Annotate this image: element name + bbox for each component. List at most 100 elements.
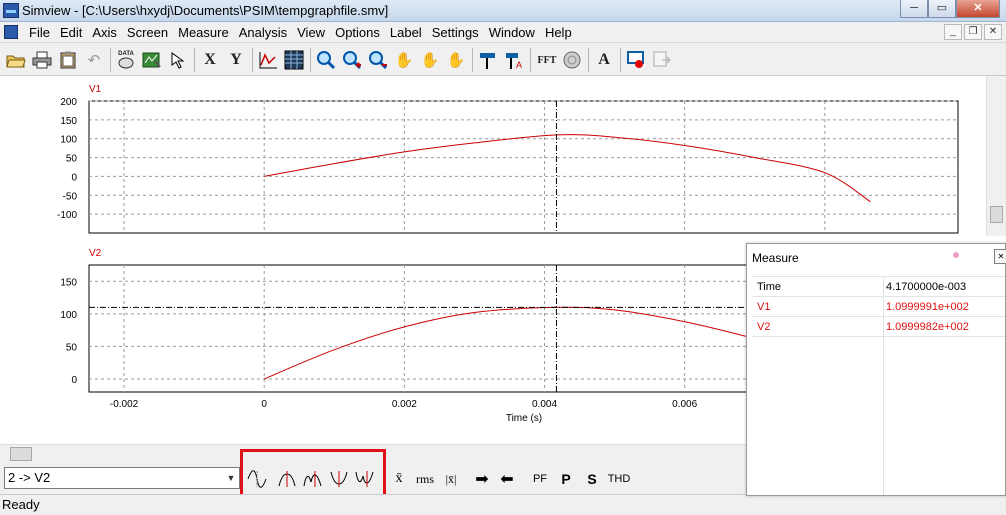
cursor-text-probe-icon[interactable]: A — [502, 48, 526, 72]
x-axis-ticks: -0.00200.0020.0040.0060.008 — [110, 399, 838, 410]
mdi-close-button[interactable]: ✕ — [984, 24, 1002, 40]
vertical-scroll-thumb[interactable] — [990, 206, 1003, 223]
disc-icon[interactable] — [560, 48, 584, 72]
mdi-minimize-button[interactable]: _ — [944, 24, 962, 40]
menu-analysis[interactable]: Analysis — [234, 25, 292, 40]
arrow-right-icon[interactable]: ➡ — [472, 468, 492, 490]
export-icon[interactable] — [650, 48, 674, 72]
menu-bar: File Edit Axis Screen Measure Analysis V… — [0, 22, 1006, 43]
measure-row-v2: V2 1.0999982e+002 — [752, 317, 1005, 337]
abs-average-button[interactable]: |x̄| — [441, 468, 461, 490]
menu-edit[interactable]: Edit — [55, 25, 87, 40]
undo-icon[interactable]: ↶ — [82, 48, 106, 72]
horizontal-scroll-thumb[interactable] — [10, 447, 32, 461]
rms-button[interactable]: rms — [413, 468, 437, 490]
chevron-down-icon[interactable]: ▼ — [223, 468, 239, 488]
measure-title: Measure — [747, 244, 1005, 270]
measure-key: V1 — [757, 301, 771, 313]
document-icon[interactable] — [4, 25, 18, 39]
y-axis-button[interactable]: Y — [224, 48, 248, 72]
power-factor-button[interactable]: PF — [530, 468, 550, 490]
curve-select-value: 2 -> V2 — [8, 470, 51, 485]
data-icon[interactable]: DATA — [114, 48, 138, 72]
select-arrow-icon[interactable] — [166, 48, 190, 72]
graph1-y-tick-label: 200 — [60, 97, 77, 108]
measure-table: Time 4.1700000e-003 V1 1.0999991e+002 V2… — [752, 276, 1005, 496]
mdi-restore-button[interactable]: ❐ — [964, 24, 982, 40]
menu-screen[interactable]: Screen — [122, 25, 173, 40]
toolbar-separator — [252, 48, 253, 72]
zoom-icon[interactable] — [314, 48, 338, 72]
menu-file[interactable]: File — [24, 25, 55, 40]
graph2-y-ticks: 150 100 50 0 — [60, 277, 77, 386]
graph2-y-tick-label: 150 — [60, 277, 77, 288]
x-tick-label: 0.006 — [672, 399, 697, 410]
graph2-y-tick-label: 100 — [60, 310, 77, 321]
curve-select-combobox[interactable]: 2 -> V2 ▼ — [4, 467, 240, 489]
window-title: Simview - [C:\Users\hxydj\Documents\PSIM… — [22, 3, 389, 18]
thd-button[interactable]: THD — [606, 468, 632, 490]
measure-value: 4.1700000e-003 — [886, 281, 967, 293]
menu-settings[interactable]: Settings — [427, 25, 484, 40]
graph1-y-tick-label: -50 — [63, 191, 78, 202]
text-tool-button[interactable]: A — [592, 48, 616, 72]
measure-panel: Measure ✕ Time 4.1700000e-003 V1 1.09999… — [746, 243, 1006, 496]
vertical-scrollbar[interactable] — [986, 76, 1006, 236]
zoom-in-icon[interactable] — [340, 48, 364, 72]
toolbar-separator — [620, 48, 621, 72]
record-icon[interactable] — [624, 48, 648, 72]
pan-hand-alt-icon[interactable]: ✋ — [444, 48, 468, 72]
graph-line-icon[interactable] — [256, 48, 280, 72]
average-button[interactable]: x̄ — [390, 468, 408, 490]
graph1-y-tick-label: 100 — [60, 135, 77, 146]
measure-key: Time — [757, 281, 782, 293]
graph1-y-tick-label: 50 — [66, 154, 78, 165]
graph2-label: V2 — [89, 248, 102, 259]
toolbar-separator — [310, 48, 311, 72]
zoom-out-icon[interactable] — [366, 48, 390, 72]
menu-view[interactable]: View — [292, 25, 330, 40]
clipboard-icon[interactable] — [56, 48, 80, 72]
table-view-icon[interactable] — [282, 48, 306, 72]
menu-label[interactable]: Label — [385, 25, 427, 40]
print-icon[interactable] — [30, 48, 54, 72]
graph1-y-ticks: 200 150 100 50 0 -50 -100 — [57, 97, 77, 221]
menu-measure[interactable]: Measure — [173, 25, 234, 40]
pan-hand-icon[interactable]: ✋ — [392, 48, 416, 72]
fft-button[interactable]: FFT — [534, 48, 560, 72]
toolbar-separator — [110, 48, 111, 72]
apparent-power-button[interactable]: S — [582, 468, 602, 490]
toolbar-separator — [194, 48, 195, 72]
real-power-button[interactable]: P — [556, 468, 576, 490]
x-axis-button[interactable]: X — [198, 48, 222, 72]
menu-list: File Edit Axis Screen Measure Analysis V… — [24, 25, 577, 40]
mdi-controls: _ ❐ ✕ — [944, 24, 1002, 40]
graph2-y-tick-label: 50 — [66, 342, 78, 353]
graph-settings-icon[interactable] — [140, 48, 164, 72]
toolbar: ↶ DATA X Y ✋ ✋ ✋ A FFT A — [0, 43, 1006, 76]
measure-close-button[interactable]: ✕ — [994, 249, 1006, 264]
close-button[interactable]: ✕ — [956, 0, 1000, 18]
open-folder-icon[interactable] — [4, 48, 28, 72]
menu-options[interactable]: Options — [330, 25, 385, 40]
toolbar-separator — [472, 48, 473, 72]
minimize-button[interactable]: ─ — [900, 0, 928, 18]
measure-row-v1: V1 1.0999991e+002 — [752, 297, 1005, 317]
measure-value: 1.0999991e+002 — [886, 301, 969, 313]
menu-window[interactable]: Window — [484, 25, 540, 40]
pan-hand-red-icon[interactable]: ✋ — [418, 48, 442, 72]
arrow-left-icon[interactable]: ⬅ — [497, 468, 517, 490]
measure-key: V2 — [757, 321, 771, 333]
highlight-box — [240, 449, 386, 500]
svg-text:A: A — [516, 60, 522, 70]
toolbar-separator — [588, 48, 589, 72]
menu-help[interactable]: Help — [540, 25, 577, 40]
pin-icon — [953, 252, 959, 258]
x-tick-label: 0.004 — [532, 399, 557, 410]
x-tick-label: 0 — [261, 399, 267, 410]
restore-button[interactable]: ▭ — [928, 0, 956, 18]
cursor-probe-icon[interactable] — [476, 48, 500, 72]
window-controls: ─ ▭ ✕ — [900, 0, 1000, 18]
x-axis-label: Time (s) — [506, 413, 542, 424]
menu-axis[interactable]: Axis — [87, 25, 122, 40]
